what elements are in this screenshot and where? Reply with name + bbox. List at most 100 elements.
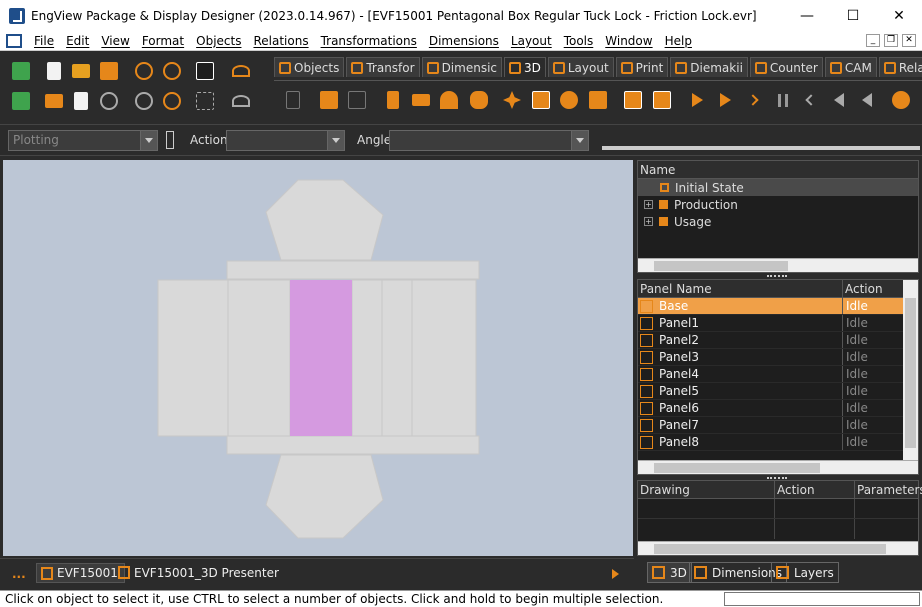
top-dust-flap[interactable] <box>226 260 480 280</box>
menu-edit[interactable]: Edit <box>60 34 95 48</box>
save-icon[interactable] <box>98 60 120 82</box>
tab-print[interactable]: Print <box>615 57 669 77</box>
table-row[interactable]: Base Idle <box>638 298 918 315</box>
zoom-fit-icon[interactable] <box>133 90 155 112</box>
drawing-action-header[interactable]: Action <box>775 480 855 499</box>
mdi-minimize-button[interactable]: _ <box>866 34 880 47</box>
tree-item-initial-state[interactable]: Initial State <box>638 179 918 196</box>
unfold-icon[interactable] <box>410 89 432 111</box>
import-box-icon[interactable] <box>43 90 65 112</box>
tab-objects[interactable]: Objects <box>274 57 345 77</box>
mdi-close-button[interactable]: ✕ <box>902 34 916 47</box>
tree-horizontal-scrollbar[interactable] <box>638 258 918 272</box>
panels-horizontal-scrollbar[interactable] <box>638 460 918 474</box>
design-viewport[interactable] <box>3 160 633 556</box>
top-tuck-flap[interactable] <box>265 179 384 261</box>
side-panel-3[interactable] <box>351 279 383 437</box>
menu-file[interactable]: File <box>28 34 60 48</box>
play-icon[interactable] <box>686 89 708 111</box>
menu-view[interactable]: View <box>95 34 135 48</box>
table-row[interactable]: Panel5 Idle <box>638 383 918 400</box>
menu-dimensions[interactable]: Dimensions <box>423 34 505 48</box>
rewind-to-start-icon[interactable] <box>828 89 850 111</box>
rotate-axis-icon[interactable] <box>558 89 580 111</box>
edit-green-icon[interactable] <box>10 90 32 112</box>
mode-select[interactable]: Plotting <box>8 130 158 151</box>
side-panel-1[interactable] <box>227 279 291 437</box>
zoom-window-icon[interactable] <box>161 90 183 112</box>
fold-all-icon[interactable] <box>438 89 460 111</box>
color-swatch[interactable] <box>166 131 174 149</box>
menu-format[interactable]: Format <box>136 34 190 48</box>
side-panel-5[interactable] <box>411 279 477 437</box>
cube-icon[interactable] <box>651 89 673 111</box>
menu-transformations[interactable]: Transformations <box>315 34 423 48</box>
drawing-header[interactable]: Drawing <box>638 480 775 499</box>
step-back-icon[interactable] <box>800 89 822 111</box>
menu-relations[interactable]: Relations <box>247 34 314 48</box>
menu-tools[interactable]: Tools <box>558 34 600 48</box>
box-view-icon[interactable] <box>587 89 609 111</box>
page-icon[interactable] <box>282 89 304 111</box>
table-row[interactable]: Panel2 Idle <box>638 332 918 349</box>
doc-tab-3d-presenter[interactable]: EVF15001_3D Presenter <box>114 563 285 583</box>
tab-diemaking[interactable]: Diemakii <box>670 57 748 77</box>
fold-icon[interactable] <box>382 89 404 111</box>
new-3d-icon[interactable] <box>10 60 32 82</box>
doc-tab-evf15001[interactable]: EVF15001 <box>36 563 125 583</box>
table-row[interactable]: Panel7 Idle <box>638 417 918 434</box>
image-icon[interactable] <box>622 89 644 111</box>
table-row[interactable]: Panel6 Idle <box>638 400 918 417</box>
table-row[interactable]: Panel4 Idle <box>638 366 918 383</box>
grid-icon[interactable] <box>194 90 216 112</box>
panels-vertical-scrollbar[interactable] <box>903 280 918 460</box>
bottom-dust-flap[interactable] <box>226 435 480 455</box>
menu-objects[interactable]: Objects <box>190 34 247 48</box>
angle-select[interactable] <box>389 130 589 151</box>
table-icon[interactable] <box>346 89 368 111</box>
tree-item-production[interactable]: + Production <box>638 196 918 213</box>
maximize-button[interactable]: ☐ <box>830 0 876 31</box>
drawing-horizontal-scrollbar[interactable] <box>638 541 918 555</box>
close-button[interactable]: ✕ <box>876 0 922 31</box>
redo-icon[interactable] <box>230 90 252 112</box>
menu-help[interactable]: Help <box>659 34 698 48</box>
expand-icon[interactable]: + <box>644 217 653 226</box>
bottom-tuck-flap[interactable] <box>265 454 384 539</box>
tab-layout[interactable]: Layout <box>547 57 614 77</box>
selected-panel-highlight[interactable] <box>290 280 352 436</box>
tab-transformations[interactable]: Transfor <box>346 57 420 77</box>
new-file-icon[interactable] <box>43 60 65 82</box>
refresh-icon[interactable] <box>98 90 120 112</box>
action-header[interactable]: Action <box>843 280 903 298</box>
scroll-tabs-right-icon[interactable] <box>612 569 619 579</box>
menu-layout[interactable]: Layout <box>505 34 558 48</box>
open-folder-icon[interactable] <box>70 60 92 82</box>
material-ball-icon[interactable] <box>890 89 912 111</box>
table-row[interactable]: Panel8 Idle <box>638 434 918 451</box>
tab-dimensions[interactable]: Dimensic <box>421 57 502 77</box>
table-row[interactable]: Panel1 Idle <box>638 315 918 332</box>
glue-panel[interactable] <box>157 279 229 437</box>
mdi-restore-button[interactable]: ❐ <box>884 34 898 47</box>
tab-counter[interactable]: Counter <box>749 57 823 77</box>
zoom-icon[interactable] <box>133 60 155 82</box>
more-documents-button[interactable]: ... <box>12 567 26 581</box>
select-arrow-icon[interactable] <box>194 60 216 82</box>
action-select[interactable] <box>226 130 345 151</box>
parameters-header[interactable]: Parameters <box>855 481 922 499</box>
tab-3d-panel[interactable]: 3D <box>647 562 692 583</box>
cylinder-icon[interactable] <box>468 89 490 111</box>
minimize-button[interactable]: — <box>784 0 830 31</box>
tab-relation[interactable]: Relation <box>878 57 922 77</box>
menu-window[interactable]: Window <box>599 34 658 48</box>
pause-icon[interactable] <box>772 89 794 111</box>
step-forward-icon[interactable] <box>742 89 764 111</box>
undo-icon[interactable] <box>230 60 252 82</box>
expand-icon[interactable]: + <box>644 200 653 209</box>
tab-3d[interactable]: 3D <box>504 57 546 77</box>
side-panel-4[interactable] <box>381 279 413 437</box>
play-to-end-icon[interactable] <box>714 89 736 111</box>
play-reverse-icon[interactable] <box>856 89 878 111</box>
save-3d-icon[interactable] <box>318 89 340 111</box>
